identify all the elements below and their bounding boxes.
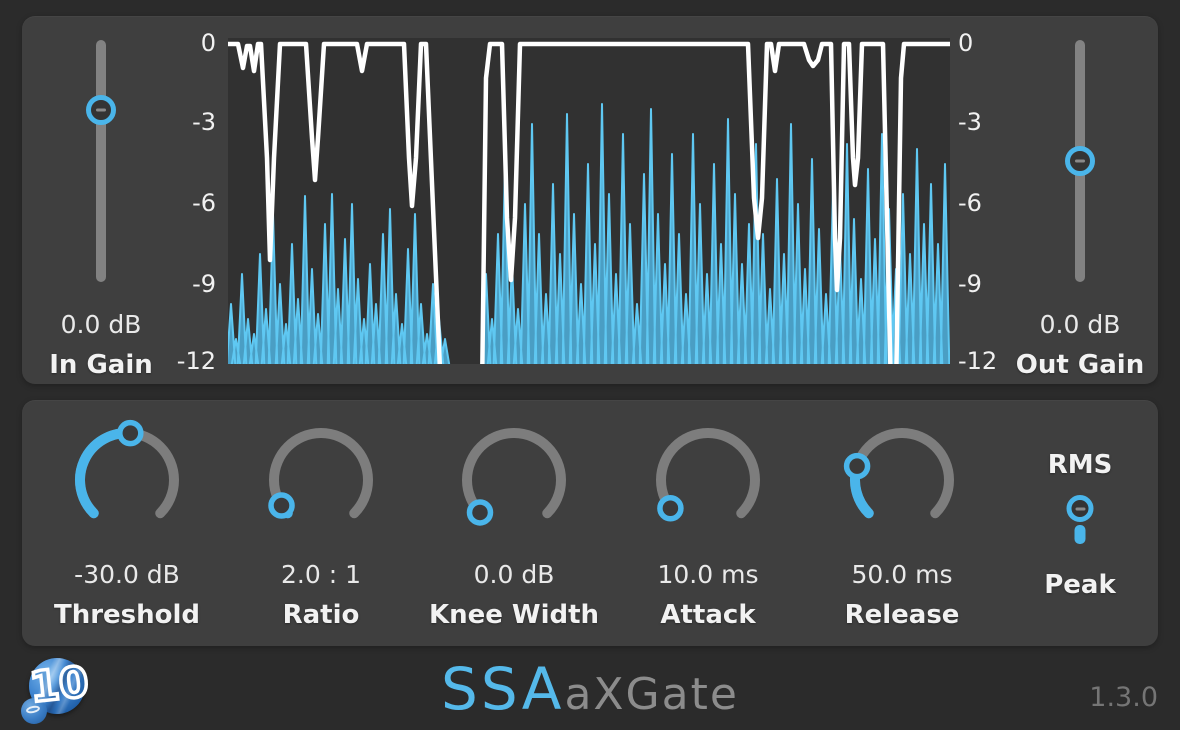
attack-value: 10.0 ms <box>658 562 759 587</box>
knee-width-value: 0.0 dB <box>474 562 555 587</box>
tick-left-6: -6 <box>142 191 216 215</box>
thumb-dash-icon <box>1075 507 1085 510</box>
release-label: Release <box>845 602 960 628</box>
level-meter-display <box>228 38 950 364</box>
ratio-value: 2.0 : 1 <box>281 562 361 587</box>
tick-left-3: -3 <box>142 110 216 134</box>
product-name: aXGate <box>564 673 739 717</box>
detector-toggle-track[interactable] <box>1075 525 1086 544</box>
knee-width-label: Knee Width <box>429 602 599 628</box>
controls-panel: -30.0 dB 2.0 : 1 0.0 dB 10.0 ms 50.0 ms … <box>22 400 1158 646</box>
tick-left-12: -12 <box>142 349 216 373</box>
knee-width-knob[interactable] <box>454 422 574 542</box>
meter-panel: 0.0 dB In Gain 0 -3 -6 -9 -12 0 -3 -6 -9… <box>22 16 1158 384</box>
plugin-window: 0.0 dB In Gain 0 -3 -6 -9 -12 0 -3 -6 -9… <box>0 0 1180 730</box>
ratio-knob[interactable] <box>261 422 381 542</box>
in-gain-slider-track[interactable] <box>96 40 106 282</box>
threshold-value: -30.0 dB <box>74 562 180 587</box>
attack-knob[interactable] <box>648 422 768 542</box>
company-logo: 10 <box>14 650 106 730</box>
logo-number: 10 <box>28 661 88 709</box>
out-gain-value: 0.0 dB <box>1040 312 1121 337</box>
in-gain-slider-thumb[interactable] <box>86 95 116 125</box>
detector-toggle-thumb[interactable] <box>1067 495 1094 522</box>
release-value: 50.0 ms <box>852 562 953 587</box>
tick-left-9: -9 <box>142 272 216 296</box>
tick-right-9: -9 <box>958 272 1038 296</box>
ratio-label: Ratio <box>283 602 360 628</box>
thumb-dash-icon <box>96 109 106 112</box>
tick-left-0: 0 <box>142 31 216 55</box>
plugin-title: SSAaXGate <box>441 660 739 718</box>
out-gain-label: Out Gain <box>1016 352 1144 378</box>
in-gain-slider[interactable] <box>79 16 123 336</box>
in-gain-label: In Gain <box>49 352 153 378</box>
out-gain-slider-thumb[interactable] <box>1065 146 1095 176</box>
threshold-label: Threshold <box>54 602 200 628</box>
brand-name: SSA <box>441 660 564 718</box>
out-gain-slider[interactable] <box>1058 16 1102 336</box>
tick-right-3: -3 <box>958 110 1038 134</box>
rms-label: RMS <box>1048 452 1113 478</box>
version-label: 1.3.0 <box>1089 682 1158 713</box>
attack-label: Attack <box>660 602 755 628</box>
tick-right-0: 0 <box>958 31 1038 55</box>
release-knob[interactable] <box>842 422 962 542</box>
threshold-knob[interactable] <box>67 422 187 542</box>
tick-right-6: -6 <box>958 191 1038 215</box>
peak-label: Peak <box>1044 572 1116 598</box>
thumb-dash-icon <box>1075 160 1085 163</box>
in-gain-value: 0.0 dB <box>61 312 142 337</box>
